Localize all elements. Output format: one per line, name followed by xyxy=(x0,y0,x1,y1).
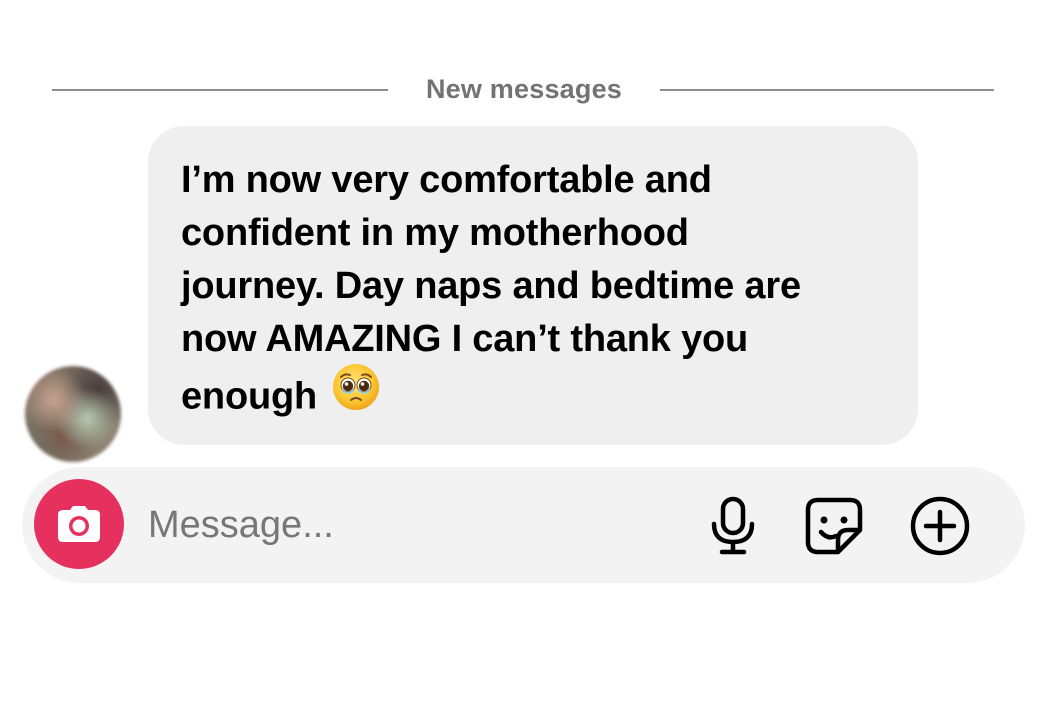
message-line-text: enough xyxy=(181,375,317,418)
message-line: confident in my motherhood xyxy=(181,212,689,254)
message-line: now AMAZING I can’t thank you xyxy=(181,318,749,360)
plus-circle-icon xyxy=(910,496,970,556)
sticker-button[interactable] xyxy=(803,495,865,557)
camera-button[interactable] xyxy=(34,479,124,569)
new-messages-divider: New messages xyxy=(52,70,994,110)
sticker-icon xyxy=(805,497,863,555)
message-line-last: enough xyxy=(181,364,898,431)
message-text: I’m now very comfortable and confident i… xyxy=(181,154,898,431)
message-line: journey. Day naps and bedtime are xyxy=(181,265,801,307)
pleading-face-emoji-icon xyxy=(331,362,381,427)
add-button[interactable] xyxy=(909,495,971,557)
message-composer xyxy=(22,467,1025,583)
sender-avatar[interactable] xyxy=(25,366,121,462)
message-bubble[interactable]: I’m now very comfortable and confident i… xyxy=(148,126,918,445)
microphone-button[interactable] xyxy=(702,495,764,557)
microphone-icon xyxy=(711,496,755,555)
message-input[interactable] xyxy=(148,495,668,555)
divider-line-right xyxy=(660,89,994,91)
message-line: I’m now very comfortable and xyxy=(181,159,712,201)
divider-line-left xyxy=(52,89,388,91)
camera-icon xyxy=(58,506,100,542)
new-messages-label: New messages xyxy=(425,74,622,104)
